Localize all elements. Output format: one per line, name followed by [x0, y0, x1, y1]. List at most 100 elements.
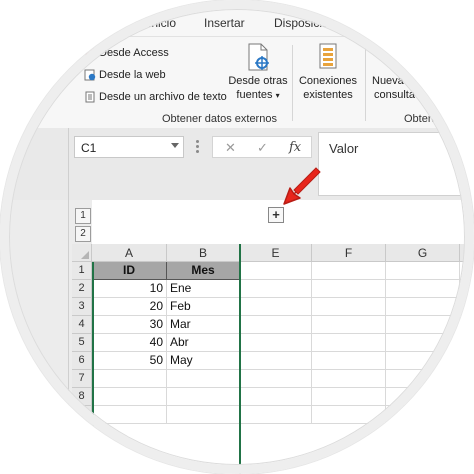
cell-h1[interactable]: [460, 262, 474, 280]
cell-b8[interactable]: [167, 388, 240, 406]
outline-level-1-button[interactable]: 1: [75, 208, 91, 224]
row-header-6[interactable]: 6: [72, 352, 92, 370]
new-query-button[interactable]: Nueva consulta: [370, 43, 430, 102]
cell-a6[interactable]: 50: [92, 352, 167, 370]
from-access-label: Desde Access: [99, 47, 169, 59]
cell-e3[interactable]: [240, 298, 312, 316]
cell-h8[interactable]: [460, 388, 474, 406]
cell-b3[interactable]: Feb: [167, 298, 240, 316]
from-access-button[interactable]: A Desde Access: [84, 47, 169, 59]
cell-a9[interactable]: [92, 406, 167, 424]
cell-a5[interactable]: 40: [92, 334, 167, 352]
cell-h6[interactable]: [460, 352, 474, 370]
expand-plus-icon[interactable]: +: [268, 207, 284, 223]
cell-h5[interactable]: [460, 334, 474, 352]
cell-e1[interactable]: [240, 262, 312, 280]
row-group-line: [92, 262, 94, 474]
other-sources-icon: [245, 43, 271, 71]
insert-function-icon[interactable]: fx: [289, 140, 301, 155]
row-header-9[interactable]: 9: [72, 406, 92, 424]
cell-f5[interactable]: [312, 334, 386, 352]
cell-g9[interactable]: [386, 406, 460, 424]
chevron-down-icon[interactable]: [171, 143, 179, 148]
cell-g4[interactable]: [386, 316, 460, 334]
cell-g5[interactable]: [386, 334, 460, 352]
row-header-4[interactable]: 4: [72, 316, 92, 334]
cell-f8[interactable]: [312, 388, 386, 406]
cell-h9[interactable]: [460, 406, 474, 424]
tab-inicio[interactable]: Inicio: [148, 16, 176, 30]
cell-e2[interactable]: [240, 280, 312, 298]
cell-g1[interactable]: [386, 262, 460, 280]
outline-level-2-button[interactable]: 2: [75, 226, 91, 242]
cell-h3[interactable]: [460, 298, 474, 316]
cell-h7[interactable]: [460, 370, 474, 388]
cell-f7[interactable]: [312, 370, 386, 388]
cell-h4[interactable]: [460, 316, 474, 334]
column-header-f[interactable]: F: [312, 244, 386, 262]
row-header-7[interactable]: 7: [72, 370, 92, 388]
cell-f9[interactable]: [312, 406, 386, 424]
name-box-value: C1: [81, 141, 97, 155]
cell-a3[interactable]: 20: [92, 298, 167, 316]
cell-e8[interactable]: [240, 388, 312, 406]
from-text-button[interactable]: Desde un archivo de texto: [84, 91, 227, 103]
row-header-3[interactable]: 3: [72, 298, 92, 316]
cell-a1[interactable]: ID: [92, 262, 167, 280]
cell-b5[interactable]: Abr: [167, 334, 240, 352]
from-web-button[interactable]: Desde la web: [84, 69, 166, 81]
column-header-next[interactable]: [460, 244, 474, 262]
cell-a2[interactable]: 10: [92, 280, 167, 298]
column-header-a[interactable]: A: [92, 244, 167, 262]
column-header-e[interactable]: E: [240, 244, 312, 262]
other-sources-button[interactable]: Desde otras fuentes ▾: [226, 43, 290, 103]
cell-f4[interactable]: [312, 316, 386, 334]
cell-b9[interactable]: [167, 406, 240, 424]
select-all-button[interactable]: [72, 244, 92, 262]
tab-disposicion[interactable]: Disposición: [274, 16, 335, 30]
row-header-1[interactable]: 1: [72, 262, 92, 280]
cell-e9[interactable]: [240, 406, 312, 424]
cell-e4[interactable]: [240, 316, 312, 334]
ribbon: Inicio Insertar Disposición A Desde Acce…: [0, 0, 474, 129]
cancel-icon[interactable]: ✕: [225, 140, 236, 156]
red-arrow-icon: [283, 167, 321, 205]
cell-g6[interactable]: [386, 352, 460, 370]
drag-handle-icon[interactable]: [196, 140, 200, 156]
cell-g7[interactable]: [386, 370, 460, 388]
formula-input[interactable]: Valor: [318, 132, 474, 196]
row-header-2[interactable]: 2: [72, 280, 92, 298]
excel-window: Inicio Insertar Disposición A Desde Acce…: [0, 0, 474, 474]
row-header-5[interactable]: 5: [72, 334, 92, 352]
cell-e5[interactable]: [240, 334, 312, 352]
column-header-g[interactable]: G: [386, 244, 460, 262]
access-db-icon: A: [84, 47, 96, 59]
cell-b1[interactable]: Mes: [167, 262, 240, 280]
cell-g3[interactable]: [386, 298, 460, 316]
existing-connections-button[interactable]: Conexiones existentes: [296, 43, 360, 102]
cell-g2[interactable]: [386, 280, 460, 298]
cell-a4[interactable]: 30: [92, 316, 167, 334]
cell-h2[interactable]: [460, 280, 474, 298]
name-box[interactable]: C1: [74, 136, 184, 158]
cell-f6[interactable]: [312, 352, 386, 370]
enter-icon[interactable]: ✓: [257, 140, 268, 156]
tab-insertar[interactable]: Insertar: [204, 16, 245, 30]
new-query-icon: [376, 43, 402, 71]
cell-e6[interactable]: [240, 352, 312, 370]
cell-e7[interactable]: [240, 370, 312, 388]
cell-b6[interactable]: May: [167, 352, 240, 370]
cell-a8[interactable]: [92, 388, 167, 406]
cell-b2[interactable]: Ene: [167, 280, 240, 298]
cell-f2[interactable]: [312, 280, 386, 298]
cell-b4[interactable]: Mar: [167, 316, 240, 334]
cell-g8[interactable]: [386, 388, 460, 406]
cell-b7[interactable]: [167, 370, 240, 388]
ribbon-tabs: Inicio Insertar Disposición: [0, 16, 474, 36]
cell-a7[interactable]: [92, 370, 167, 388]
column-header-b[interactable]: B: [167, 244, 240, 262]
cell-f1[interactable]: [312, 262, 386, 280]
text-file-icon: [84, 91, 96, 103]
row-header-8[interactable]: 8: [72, 388, 92, 406]
cell-f3[interactable]: [312, 298, 386, 316]
